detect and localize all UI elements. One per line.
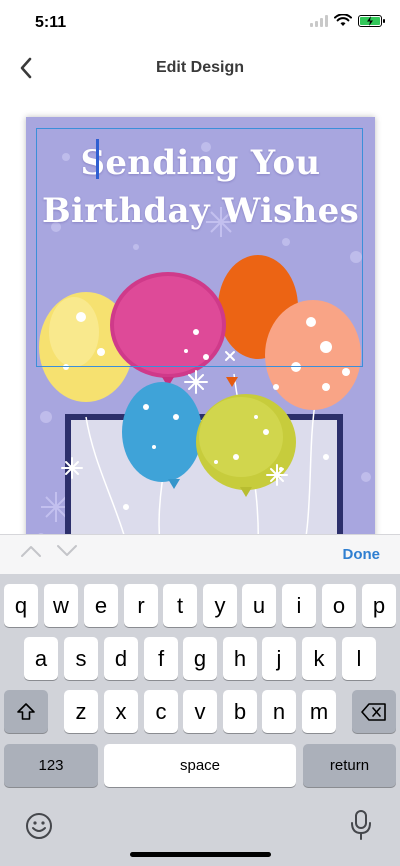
backspace-key[interactable] [352,690,396,733]
backspace-icon [361,702,386,721]
microphone-icon [351,810,371,840]
text-selection-box[interactable] [36,128,363,367]
key-r[interactable]: r [124,584,158,627]
key-g[interactable]: g [183,637,217,680]
emoji-icon [26,813,52,839]
chevron-up-icon [21,546,41,557]
next-field-button[interactable] [56,544,78,563]
space-key[interactable]: space [104,744,296,787]
done-button[interactable]: Done [343,546,381,563]
key-n[interactable]: n [262,690,296,733]
home-indicator [130,852,271,857]
key-l[interactable]: l [342,637,376,680]
key-k[interactable]: k [302,637,336,680]
key-q[interactable]: q [4,584,38,627]
card-canvas[interactable]: Sending You Birthday Wishes [26,117,375,587]
key-e[interactable]: e [84,584,118,627]
key-a[interactable]: a [24,637,58,680]
key-v[interactable]: v [183,690,217,733]
key-z[interactable]: z [64,690,98,733]
key-t[interactable]: t [163,584,197,627]
numbers-key[interactable]: 123 [4,744,98,787]
key-p[interactable]: p [362,584,396,627]
key-w[interactable]: w [44,584,78,627]
key-y[interactable]: y [203,584,237,627]
dictation-button[interactable] [348,809,376,843]
key-s[interactable]: s [64,637,98,680]
key-i[interactable]: i [282,584,316,627]
cellular-signal-icon [310,14,328,27]
chevron-down-icon [57,545,77,556]
return-key[interactable]: return [303,744,396,787]
key-b[interactable]: b [223,690,257,733]
key-j[interactable]: j [262,637,296,680]
key-f[interactable]: f [144,637,178,680]
key-m[interactable]: m [302,690,336,733]
keyboard: q w e r t y u i o p a s d f g h j k l z … [0,574,400,866]
key-u[interactable]: u [242,584,276,627]
nav-bar: Edit Design [0,46,400,90]
wifi-icon [334,14,352,26]
emoji-button[interactable] [24,811,56,843]
key-h[interactable]: h [223,637,257,680]
shift-key[interactable] [4,690,48,733]
key-x[interactable]: x [104,690,138,733]
key-c[interactable]: c [144,690,178,733]
page-title: Edit Design [155,59,244,76]
key-d[interactable]: d [104,637,138,680]
battery-charging-icon [358,14,385,27]
previous-field-button[interactable] [20,544,42,563]
status-bar: 5:11 [0,0,400,46]
key-o[interactable]: o [322,584,356,627]
shift-icon [17,702,35,720]
text-cursor [96,139,99,179]
status-icons [310,14,385,27]
status-time: 5:11 [35,14,67,31]
keyboard-accessory-toolbar: Done [0,534,400,575]
